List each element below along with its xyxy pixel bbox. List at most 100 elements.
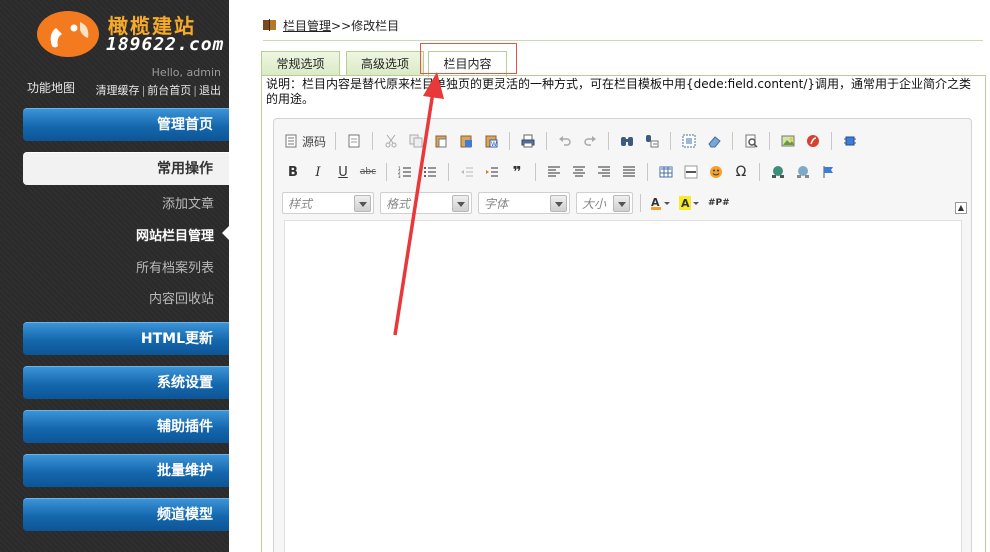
align-right-button[interactable] <box>593 161 615 183</box>
toolbar-separator <box>448 163 449 181</box>
replace-button[interactable] <box>641 130 663 152</box>
smiley-button[interactable] <box>705 161 727 183</box>
preview-icon <box>745 134 758 148</box>
svg-text:3: 3 <box>398 174 401 179</box>
rich-text-editor: 源码 W B I U abc 1 2 3 ❞ Ω 样式 格式 字体 大小 A A… <box>273 118 972 552</box>
toolbar-separator <box>372 132 374 150</box>
toolbar-separator <box>386 163 387 181</box>
indent-icon <box>486 167 498 177</box>
toolbar-separator <box>640 194 641 212</box>
nav-system-settings[interactable]: 系统设置 <box>23 366 229 399</box>
undo-icon <box>559 136 571 146</box>
table-button[interactable] <box>655 161 677 183</box>
chip-icon <box>844 136 857 146</box>
print-button[interactable] <box>517 130 539 152</box>
frontend-home-link[interactable]: 前台首页 <box>147 84 191 97</box>
copy-button[interactable] <box>405 130 427 152</box>
collapse-toolbar-button[interactable]: ▲ <box>955 202 967 214</box>
new-page-button[interactable] <box>343 130 365 152</box>
toolbar-row-1: 源码 W <box>282 129 861 153</box>
clear-cache-link[interactable]: 清理缓存 <box>96 84 140 97</box>
bullet-list-button[interactable] <box>419 161 441 183</box>
ordered-list-button[interactable]: 123 <box>394 161 416 183</box>
preview-button[interactable] <box>740 130 762 152</box>
logout-link[interactable]: 退出 <box>199 84 221 97</box>
bold-button[interactable]: B <box>282 161 304 183</box>
bg-color-button[interactable]: A <box>677 192 703 214</box>
chevron-down-icon <box>452 194 469 212</box>
sitemap-link[interactable]: 功能地图 <box>27 79 75 96</box>
toolbar-separator <box>732 132 734 150</box>
flash-icon <box>807 135 820 147</box>
indent-button[interactable] <box>481 161 503 183</box>
top-links: 清理缓存 | 前台首页 | 退出 <box>95 84 221 97</box>
link-button[interactable] <box>767 161 789 183</box>
printer-icon <box>521 134 535 148</box>
nav-html-update[interactable]: HTML更新 <box>23 322 229 355</box>
chevron-down-icon <box>354 194 371 212</box>
paste-button[interactable] <box>430 130 452 152</box>
chevron-down-icon <box>613 194 630 212</box>
format-select[interactable]: 格式 <box>380 192 472 214</box>
align-left-button[interactable] <box>543 161 565 183</box>
breadcrumb-column-manage-link[interactable]: 栏目管理 <box>283 19 331 33</box>
editor-content-area[interactable] <box>284 220 962 552</box>
ordered-list-icon: 123 <box>398 166 411 179</box>
elephant-logo-icon <box>37 11 99 57</box>
sub-add-article[interactable]: 添加文章 <box>162 193 214 212</box>
size-select[interactable]: 大小 <box>576 192 633 214</box>
blockquote-button[interactable]: ❞ <box>506 161 528 183</box>
site-logo[interactable]: 橄榄建站 189622.com <box>36 8 223 60</box>
outdent-button[interactable] <box>456 161 478 183</box>
sub-recycle-bin[interactable]: 内容回收站 <box>149 288 214 307</box>
page-break-button[interactable]: #P# <box>706 192 732 214</box>
font-select[interactable]: 字体 <box>478 192 570 214</box>
sidebar: 橄榄建站 189622.com Hello, admin 功能地图 清理缓存 | 前… <box>0 0 229 552</box>
chevron-down-icon <box>550 194 567 212</box>
strikethrough-button[interactable]: abc <box>357 161 379 183</box>
eraser-icon <box>708 136 721 148</box>
scissors-icon <box>385 134 397 148</box>
italic-button[interactable]: I <box>307 161 329 183</box>
justify-button[interactable] <box>618 161 640 183</box>
outdent-icon <box>461 167 473 177</box>
svg-text:W: W <box>491 141 497 148</box>
current-indicator-arrow-icon <box>222 226 229 240</box>
paste-word-button[interactable]: W <box>480 130 502 152</box>
book-icon <box>263 19 276 31</box>
nav-plugins[interactable]: 辅助插件 <box>23 410 229 443</box>
nav-admin-home[interactable]: 管理首页 <box>23 108 229 141</box>
description-text: 说明：栏目内容是替代原来栏目单独页的更灵活的一种方式，可在栏目模板中用{dede… <box>266 77 972 106</box>
nav-batch-maintain[interactable]: 批量维护 <box>23 454 229 487</box>
plugin-button[interactable] <box>839 130 861 152</box>
text-color-button[interactable]: A <box>648 192 674 214</box>
image-button[interactable] <box>777 130 799 152</box>
undo-button[interactable] <box>554 130 576 152</box>
align-center-button[interactable] <box>568 161 590 183</box>
font-select-label: 字体 <box>484 196 509 211</box>
breadcrumb-separator: >> <box>331 19 352 33</box>
find-button[interactable] <box>616 130 638 152</box>
nav-common-ops[interactable]: 常用操作 <box>23 152 229 185</box>
tab-highlight-box <box>420 43 517 74</box>
anchor-button[interactable] <box>817 161 839 183</box>
select-all-button[interactable] <box>678 130 700 152</box>
remove-format-button[interactable] <box>703 130 725 152</box>
tab-general-options[interactable]: 常规选项 <box>261 51 340 76</box>
style-select[interactable]: 样式 <box>282 192 374 214</box>
source-button[interactable]: 源码 <box>282 130 328 152</box>
unlink-button[interactable] <box>792 161 814 183</box>
text-color-icon: A <box>651 196 670 210</box>
cut-button[interactable] <box>380 130 402 152</box>
paste-text-button[interactable] <box>455 130 477 152</box>
horizontal-rule-button[interactable] <box>680 161 702 183</box>
special-char-button[interactable]: Ω <box>730 161 752 183</box>
tab-advanced-options[interactable]: 高级选项 <box>346 51 424 76</box>
sub-all-archives[interactable]: 所有档案列表 <box>136 257 214 276</box>
flash-button[interactable] <box>802 130 824 152</box>
bullet-list-icon <box>424 167 436 177</box>
redo-button[interactable] <box>579 130 601 152</box>
underline-button[interactable]: U <box>332 161 354 183</box>
sub-column-manage[interactable]: 网站栏目管理 <box>136 225 214 244</box>
nav-channel-model[interactable]: 频道模型 <box>23 498 229 531</box>
